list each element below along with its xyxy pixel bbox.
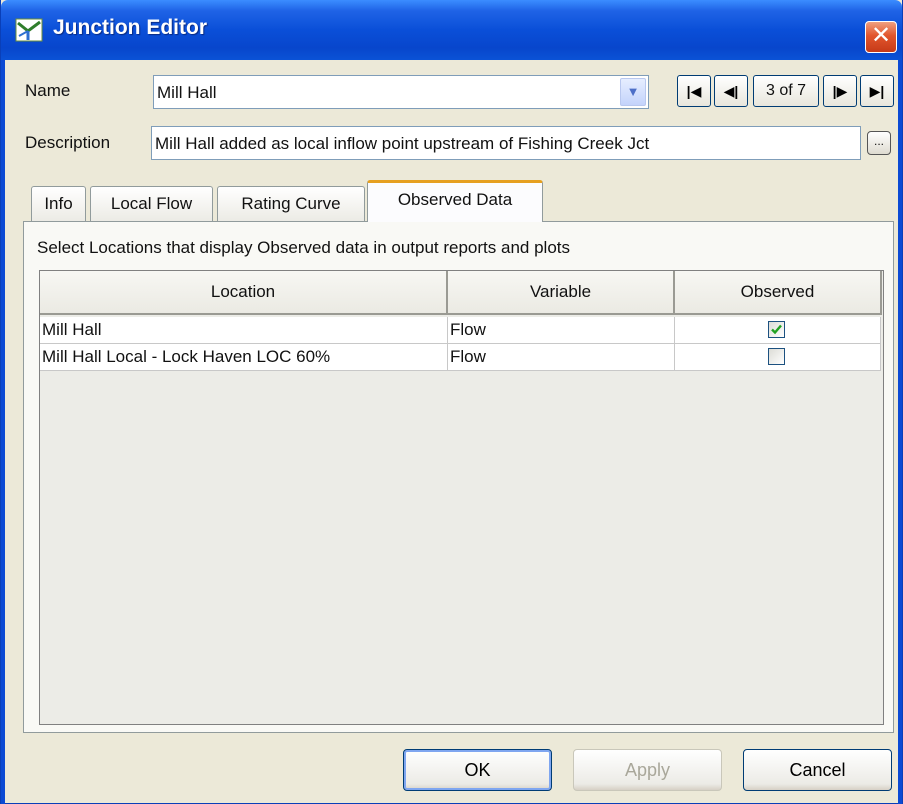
- table-row-observed-cell[interactable]: [675, 344, 881, 371]
- table-row-variable[interactable]: Flow: [448, 317, 675, 344]
- last-record-icon: ▶|: [869, 83, 885, 99]
- table-row-location[interactable]: Mill Hall: [40, 317, 448, 344]
- column-header-variable[interactable]: Variable: [448, 271, 675, 315]
- description-value: Mill Hall added as local inflow point up…: [155, 134, 650, 153]
- apply-button[interactable]: Apply: [573, 749, 722, 791]
- description-field[interactable]: Mill Hall added as local inflow point up…: [151, 126, 861, 160]
- table-row-variable[interactable]: Flow: [448, 344, 675, 371]
- tab-observed-data[interactable]: Observed Data: [367, 180, 543, 222]
- tab-local-flow[interactable]: Local Flow: [90, 186, 213, 221]
- description-edit-button[interactable]: ...: [867, 131, 891, 155]
- window-frame-left: [1, 60, 5, 804]
- checkmark-icon: [771, 324, 782, 335]
- column-header-observed[interactable]: Observed: [675, 271, 882, 315]
- ellipsis-icon: ...: [873, 134, 884, 148]
- name-label: Name: [25, 81, 71, 100]
- name-value: Mill Hall: [157, 83, 217, 102]
- table-row-location[interactable]: Mill Hall Local - Lock Haven LOC 60%: [40, 344, 448, 371]
- observed-locations-table: Location Variable Observed Mill Hall Flo…: [39, 270, 884, 725]
- table-row-observed-cell[interactable]: [675, 317, 881, 344]
- next-record-icon: |▶: [832, 83, 848, 99]
- close-icon: ✕: [870, 22, 892, 49]
- column-header-location[interactable]: Location: [40, 271, 448, 315]
- previous-record-icon: ◀|: [723, 83, 739, 99]
- previous-record-button[interactable]: ◀|: [714, 75, 748, 107]
- junction-app-icon: [15, 18, 43, 42]
- close-button[interactable]: ✕: [865, 21, 897, 53]
- chevron-down-icon[interactable]: ▼: [620, 78, 646, 106]
- record-position: 3 of 7: [753, 75, 819, 107]
- observed-checkbox[interactable]: [768, 321, 785, 338]
- first-record-icon: |◀: [686, 83, 702, 99]
- next-record-button[interactable]: |▶: [823, 75, 857, 107]
- title-bar[interactable]: Junction Editor ✕: [1, 0, 902, 60]
- tab-rating-curve[interactable]: Rating Curve: [217, 186, 365, 221]
- description-label: Description: [25, 133, 111, 152]
- ok-button[interactable]: OK: [403, 749, 552, 791]
- window-frame-right: [898, 60, 902, 804]
- last-record-button[interactable]: ▶|: [860, 75, 894, 107]
- junction-editor-window: Junction Editor ✕ Name Mill Hall ▼ |◀ ◀|…: [0, 0, 903, 804]
- first-record-button[interactable]: |◀: [677, 75, 711, 107]
- window-title: Junction Editor: [53, 16, 207, 39]
- observed-instruction: Select Locations that display Observed d…: [37, 238, 570, 257]
- cancel-button[interactable]: Cancel: [743, 749, 892, 791]
- tab-info[interactable]: Info: [31, 186, 86, 221]
- observed-data-panel: Select Locations that display Observed d…: [23, 221, 894, 733]
- observed-checkbox[interactable]: [768, 348, 785, 365]
- name-combobox[interactable]: Mill Hall ▼: [153, 75, 649, 109]
